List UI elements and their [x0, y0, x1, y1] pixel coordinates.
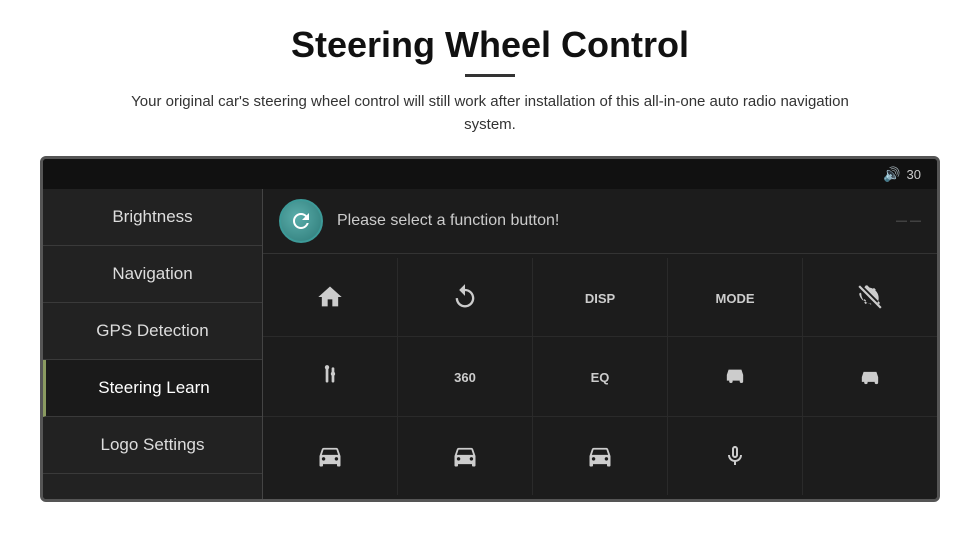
sidebar-item-brightness[interactable]: Brightness — [43, 189, 262, 246]
volume-level: 30 — [907, 167, 921, 182]
btn-disp[interactable]: DISP — [533, 258, 668, 336]
btn-empty — [803, 417, 937, 495]
car5-icon — [586, 442, 614, 470]
content-header: Please select a function button! — — — [263, 189, 937, 254]
eq-label: EQ — [591, 370, 610, 385]
btn-home[interactable] — [263, 258, 398, 336]
btn-car4[interactable] — [398, 417, 533, 495]
car3-icon — [316, 442, 344, 470]
btn-mode[interactable]: MODE — [668, 258, 803, 336]
title-divider — [465, 74, 515, 77]
refresh-button[interactable] — [279, 199, 323, 243]
screen-main: Brightness Navigation GPS Detection Stee… — [43, 189, 937, 499]
antenna-icon — [317, 362, 343, 390]
screen-topbar: 🔊 30 — [43, 159, 937, 189]
btn-car5[interactable] — [533, 417, 668, 495]
buttons-area: DISP MODE — [263, 254, 937, 499]
sidebar-item-gps[interactable]: GPS Detection — [43, 303, 262, 360]
screen-content: Please select a function button! — — — [263, 189, 937, 499]
car4-icon — [451, 442, 479, 470]
button-row-1: DISP MODE — [263, 258, 937, 337]
top-right-label: — — — [896, 215, 921, 227]
btn-antenna[interactable] — [263, 337, 398, 415]
sidebar: Brightness Navigation GPS Detection Stee… — [43, 189, 263, 499]
volume-icon: 🔊 — [883, 166, 900, 183]
sidebar-item-navigation[interactable]: Navigation — [43, 246, 262, 303]
btn-phone-slash[interactable] — [803, 258, 937, 336]
refresh-icon — [289, 209, 313, 233]
page-title: Steering Wheel Control — [291, 24, 689, 66]
sidebar-item-steering[interactable]: Steering Learn — [43, 360, 262, 417]
btn-eq[interactable]: EQ — [533, 337, 668, 415]
button-row-3 — [263, 417, 937, 495]
360-label: 360 — [454, 370, 476, 385]
mic-icon — [723, 442, 747, 470]
back-icon — [451, 283, 479, 311]
button-row-2: 360 EQ — [263, 337, 937, 416]
btn-car-back[interactable] — [803, 337, 937, 415]
page-subtitle: Your original car's steering wheel contr… — [130, 91, 850, 136]
car-back-icon — [856, 362, 884, 390]
phone-slash-icon — [857, 284, 883, 310]
sidebar-item-logo[interactable]: Logo Settings — [43, 417, 262, 474]
btn-back[interactable] — [398, 258, 533, 336]
btn-360[interactable]: 360 — [398, 337, 533, 415]
car-front-icon — [721, 362, 749, 390]
prompt-text: Please select a function button! — [337, 212, 559, 230]
btn-car3[interactable] — [263, 417, 398, 495]
mode-label: MODE — [716, 291, 755, 306]
disp-label: DISP — [585, 291, 615, 306]
btn-car-front[interactable] — [668, 337, 803, 415]
btn-mic[interactable] — [668, 417, 803, 495]
home-icon — [316, 283, 344, 311]
car-screen: 🔊 30 Brightness Navigation GPS Detection… — [40, 156, 940, 502]
volume-indicator: 🔊 30 — [883, 166, 921, 183]
